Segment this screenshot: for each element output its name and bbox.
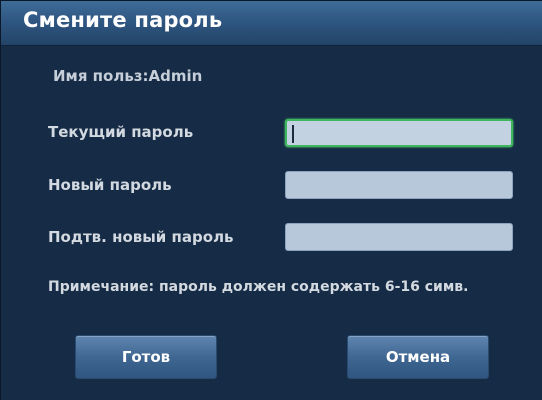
dialog-title: Смените пароль (23, 8, 223, 32)
current-password-field[interactable] (285, 119, 513, 147)
new-password-label: Новый пароль (48, 176, 172, 194)
new-password-field[interactable] (285, 171, 513, 199)
password-requirement-note: Примечание: пароль должен содержать 6-16… (48, 279, 469, 295)
text-caret (292, 125, 294, 143)
cancel-button[interactable]: Отмена (347, 335, 489, 379)
change-password-dialog: Смените пароль Имя польз:Admin Текущий п… (0, 0, 542, 400)
confirm-password-field[interactable] (285, 223, 513, 251)
dialog-title-bar: Смените пароль (1, 1, 542, 46)
done-button[interactable]: Готов (75, 335, 217, 379)
confirm-password-label: Подтв. новый пароль (48, 228, 234, 246)
username-label: Имя польз:Admin (53, 67, 203, 85)
current-password-label: Текущий пароль (48, 123, 194, 141)
